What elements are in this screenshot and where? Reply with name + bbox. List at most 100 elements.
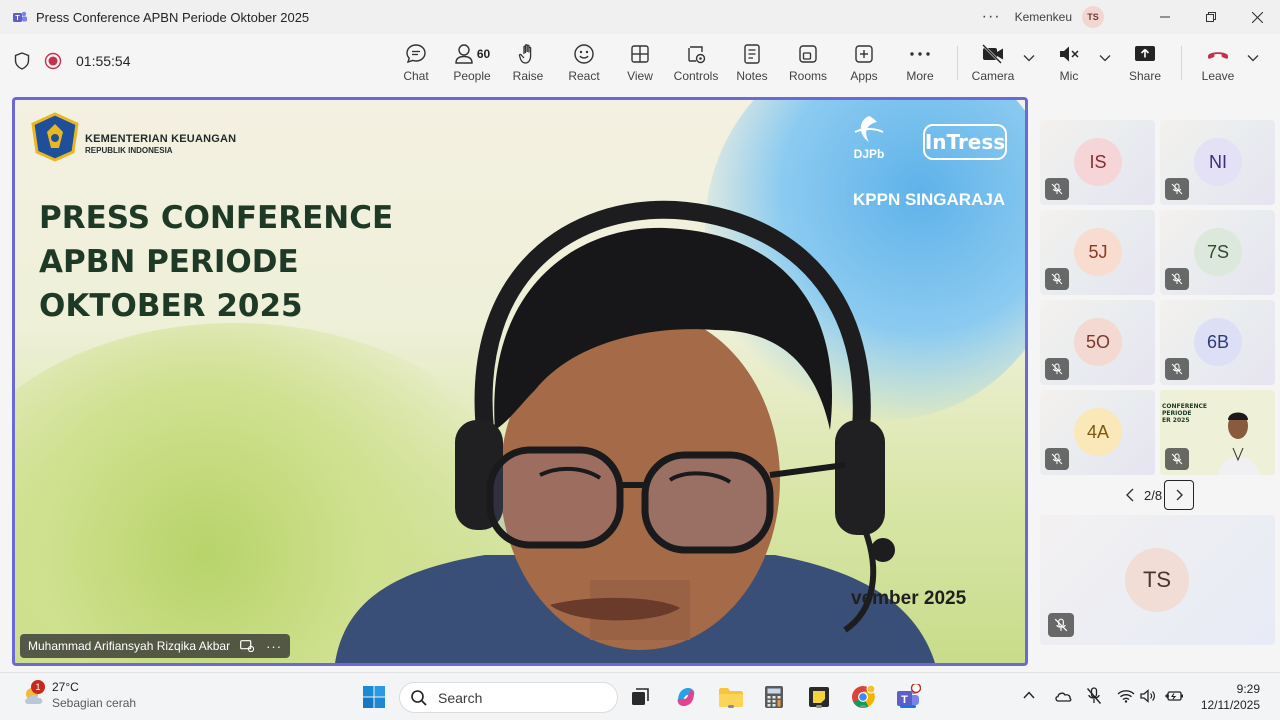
chrome-button[interactable] — [849, 683, 877, 711]
view-button[interactable]: View — [610, 42, 670, 83]
restore-button[interactable] — [1188, 0, 1234, 34]
controls-button[interactable]: Controls — [666, 42, 726, 83]
search-icon — [411, 689, 427, 706]
running-indicator — [860, 705, 866, 708]
mic-off-icon — [1171, 363, 1183, 375]
task-view-icon — [632, 688, 649, 705]
weather-icon-wrap: 1 — [20, 680, 48, 709]
notes-button[interactable]: Notes — [722, 42, 782, 83]
shield-icon[interactable] — [14, 52, 30, 70]
mic-off-icon — [1051, 183, 1063, 195]
mic-muted-indicator — [1045, 358, 1069, 380]
participant-tile[interactable]: 6B — [1160, 300, 1275, 385]
windows-start-icon — [363, 686, 385, 708]
react-button[interactable]: React — [554, 42, 614, 83]
calculator-button[interactable] — [760, 683, 788, 711]
page-indicator: 2/8 — [1144, 487, 1163, 503]
system-clock[interactable]: 9:29 12/11/2025 — [1201, 681, 1260, 713]
share-button[interactable]: Share — [1115, 42, 1175, 83]
gallery-pager: 2/8 — [1120, 480, 1195, 510]
weather-widget[interactable]: 1 27°C Sebagian cerah — [20, 680, 136, 710]
meeting-toolbar: 01:55:54 Chat 60 People Raise React View… — [0, 34, 1280, 92]
minimize-icon — [1160, 16, 1170, 18]
battery-charging-icon[interactable] — [1164, 689, 1184, 703]
toolbar-divider — [957, 46, 958, 80]
chat-button[interactable]: Chat — [386, 42, 446, 83]
svg-text:CONFERENCE: CONFERENCE — [1162, 403, 1207, 410]
hand-icon — [518, 44, 532, 64]
rooms-button[interactable]: Rooms — [778, 42, 838, 83]
copilot-icon — [677, 688, 695, 706]
microphone-muted-tray-icon[interactable] — [1086, 687, 1102, 705]
chat-icon — [406, 44, 426, 64]
participant-tile[interactable]: 5O — [1040, 300, 1155, 385]
self-view-tile[interactable]: TS — [1040, 515, 1275, 645]
show-hidden-icons-chevron-up-icon[interactable] — [1023, 690, 1035, 700]
participant-tile[interactable]: 5J — [1040, 210, 1155, 295]
participant-avatar: 4A — [1074, 408, 1122, 456]
controls-label: Controls — [673, 69, 719, 83]
react-label: React — [568, 69, 600, 83]
people-button[interactable]: 60 People — [442, 42, 502, 83]
more-button[interactable]: More — [890, 42, 950, 83]
window-title: Press Conference APBN Periode Oktober 20… — [36, 9, 310, 25]
volume-icon[interactable] — [1140, 689, 1156, 703]
taskbar-search-box[interactable]: Search — [399, 682, 618, 713]
mic-muted-indicator — [1045, 448, 1069, 470]
leave-chevron-down-icon[interactable] — [1247, 54, 1259, 62]
sticky-notes-button[interactable] — [805, 683, 833, 711]
mic-muted-indicator — [1045, 178, 1069, 200]
add-apps-icon — [855, 45, 873, 63]
mic-label: Mic — [1059, 69, 1079, 83]
tile-more-options-icon[interactable]: ··· — [266, 639, 282, 654]
start-button[interactable] — [360, 683, 388, 711]
teams-taskbar-button[interactable]: T — [894, 683, 922, 711]
raise-hand-button[interactable]: Raise — [498, 42, 558, 83]
participant-tile[interactable]: 4A — [1040, 390, 1155, 475]
onedrive-cloud-icon[interactable] — [1054, 689, 1072, 703]
mic-button[interactable]: Mic — [1039, 42, 1099, 83]
people-count: 60 — [476, 47, 491, 61]
participant-video-tile[interactable]: CONFERENCE PERIODE ER 2025 — [1160, 390, 1275, 475]
participant-tile[interactable]: IS — [1040, 120, 1155, 205]
close-button[interactable] — [1234, 0, 1280, 34]
speaker-name-tag: Muhammad Arifiansyah Rizqika Akbar ··· — [20, 634, 291, 658]
user-avatar[interactable]: TS — [1082, 6, 1104, 28]
rooms-label: Rooms — [788, 69, 827, 83]
notes-icon — [744, 44, 760, 64]
camera-chevron-down-icon[interactable] — [1023, 54, 1035, 62]
mic-off-icon — [1054, 618, 1068, 632]
notes-label: Notes — [736, 69, 768, 83]
svg-text:T: T — [15, 15, 20, 22]
share-label: Share — [1128, 69, 1162, 83]
task-view-button[interactable] — [626, 683, 654, 711]
participant-avatar: 5O — [1074, 318, 1122, 366]
svg-text:ER 2025: ER 2025 — [1162, 417, 1190, 424]
leave-label: Leave — [1201, 69, 1235, 83]
apps-button[interactable]: Apps — [834, 42, 894, 83]
participant-tile[interactable]: NI — [1160, 120, 1275, 205]
grid-view-icon — [631, 45, 649, 63]
mic-chevron-down-icon[interactable] — [1099, 54, 1111, 62]
file-explorer-button[interactable] — [717, 683, 745, 711]
running-indicator — [728, 705, 734, 708]
camera-label: Camera — [971, 69, 1015, 83]
more-options-icon[interactable]: ··· — [982, 8, 1001, 26]
camera-off-icon — [982, 44, 1003, 64]
smiley-icon — [574, 44, 594, 64]
main-video-stage[interactable]: KEMENTERIAN KEUANGAN REPUBLIK INDONESIA … — [12, 97, 1028, 666]
minimize-button[interactable] — [1142, 0, 1188, 34]
mic-muted-indicator — [1165, 358, 1189, 380]
close-icon — [1251, 11, 1263, 23]
chevron-left-icon[interactable] — [1120, 485, 1140, 505]
leave-button[interactable]: Leave — [1188, 42, 1248, 83]
self-avatar: TS — [1125, 548, 1189, 612]
teams-icon: T — [13, 11, 27, 22]
copilot-button[interactable] — [672, 683, 700, 711]
next-page-button[interactable] — [1164, 480, 1195, 510]
people-label: People — [453, 69, 491, 83]
mic-muted-indicator — [1045, 268, 1069, 290]
wifi-icon[interactable] — [1117, 689, 1135, 703]
camera-button[interactable]: Camera — [963, 42, 1023, 83]
participant-tile[interactable]: 7S — [1160, 210, 1275, 295]
